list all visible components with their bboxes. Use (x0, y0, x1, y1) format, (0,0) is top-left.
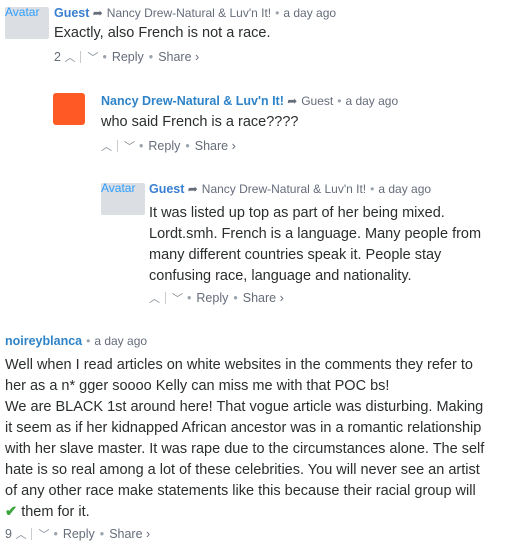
timestamp[interactable]: a day ago (94, 334, 147, 348)
comment-line-last: ✔ them for it. (5, 502, 505, 523)
reply-button[interactable]: Reply (148, 138, 180, 154)
comment-line: Lordt.smh. French is a language. Many pe… (149, 226, 482, 242)
avatar[interactable]: Avatar (5, 5, 49, 39)
author-name[interactable]: noireyblanca (5, 334, 82, 348)
comment-meta: Nancy Drew-Natural & Luv'n It! ➦ Guest • a … (101, 94, 399, 108)
upvote-icon[interactable]: ︿ (15, 527, 26, 543)
reply-arrow-icon: ➦ (187, 182, 198, 196)
author-name[interactable]: Guest (54, 6, 89, 20)
reply-arrow-icon: ➦ (92, 6, 103, 20)
comment-text: who said French is a race???? (101, 114, 299, 130)
comment-line: of any other race make statements like t… (5, 483, 476, 499)
comment-line: with her slave master. It was rape due t… (5, 441, 485, 457)
comment-text: Well when I read articles on white websi… (5, 355, 505, 523)
comment-meta: Guest ➦ Nancy Drew-Natural & Luv'n It! • a … (54, 6, 337, 20)
comment-line: confusing race, language and nationality… (149, 268, 412, 284)
share-button[interactable]: Share › (158, 49, 199, 65)
share-button[interactable]: Share › (195, 138, 236, 154)
checkmark-icon: ✔ (5, 504, 18, 520)
reply-to-name[interactable]: Nancy Drew-Natural & Luv'n It! (107, 6, 271, 20)
comment-footer: ︿ ﹀ • Reply • Share › (149, 290, 284, 307)
upvote-icon[interactable]: ︿ (64, 50, 75, 66)
downvote-icon[interactable]: ﹀ (87, 50, 98, 66)
comment-line: them for it. (21, 504, 90, 520)
comment-line: hate is so real among a lot of these cel… (5, 462, 480, 478)
comment-line: Well when I read articles on white websi… (5, 357, 473, 373)
timestamp[interactable]: a day ago (378, 182, 431, 196)
avatar[interactable]: Avatar (101, 181, 145, 215)
author-name[interactable]: Guest (149, 182, 184, 196)
reply-button[interactable]: Reply (196, 290, 228, 306)
share-button[interactable]: Share › (243, 290, 284, 306)
timestamp[interactable]: a day ago (283, 6, 336, 20)
comment-line: many different countries speak it. Peopl… (149, 247, 442, 263)
comment-meta: Guest ➦ Nancy Drew-Natural & Luv'n It! • a … (149, 182, 432, 196)
share-button[interactable]: Share › (109, 526, 150, 542)
comment-line: We are BLACK 1st around here! That vogue… (5, 399, 484, 415)
reply-button[interactable]: Reply (63, 526, 95, 542)
reply-to-name[interactable]: Nancy Drew-Natural & Luv'n It! (202, 182, 366, 196)
comment-text: It was listed up top as part of her bein… (149, 203, 504, 287)
timestamp[interactable]: a day ago (345, 94, 398, 108)
comment-line: it seem as if her kidnapped African ance… (5, 420, 482, 436)
avatar-alt-text: Avatar (101, 181, 136, 195)
comment-footer: 2 ︿ ﹀ • Reply • Share › (54, 49, 200, 66)
reply-arrow-icon: ➦ (287, 94, 298, 108)
comment-line: It was listed up top as part of her bein… (149, 205, 445, 221)
reply-to-name[interactable]: Guest (301, 94, 333, 108)
upvote-icon[interactable]: ︿ (149, 291, 160, 307)
upvote-icon[interactable]: ︿ (101, 139, 112, 155)
downvote-icon[interactable]: ﹀ (38, 527, 49, 543)
downvote-icon[interactable]: ﹀ (172, 291, 183, 307)
comment-text: Exactly, also French is not a race. (54, 25, 271, 41)
avatar[interactable] (53, 93, 85, 125)
upvote-count: 9 (5, 527, 12, 541)
comment-line: her as a n* gger soooo Kelly can miss me… (5, 378, 390, 394)
downvote-icon[interactable]: ﹀ (124, 139, 135, 155)
comment-meta: noireyblanca • a day ago (5, 334, 148, 348)
avatar-alt-text: Avatar (5, 5, 40, 19)
author-name[interactable]: Nancy Drew-Natural & Luv'n It! (101, 94, 284, 108)
upvote-count: 2 (54, 50, 61, 64)
comment-footer: ︿ ﹀ • Reply • Share › (101, 138, 236, 155)
reply-button[interactable]: Reply (112, 49, 144, 65)
comment-footer: 9 ︿ ﹀ • Reply • Share › (5, 526, 151, 543)
